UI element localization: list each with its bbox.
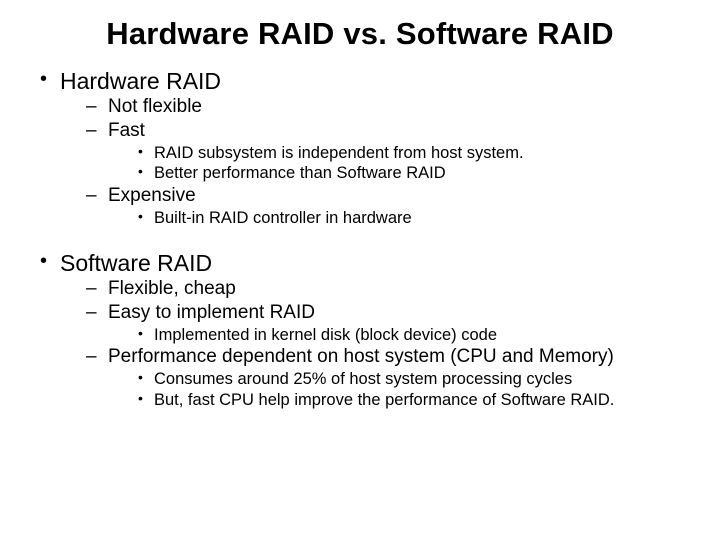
slide-title: Hardware RAID vs. Software RAID — [28, 16, 692, 52]
list-item: But, fast CPU help improve the performan… — [134, 390, 692, 411]
sub-list: RAID subsystem is independent from host … — [108, 143, 692, 184]
hardware-points: Not flexible Fast RAID subsystem is inde… — [60, 95, 692, 228]
point-text: Expensive — [108, 185, 196, 206]
sub-list: Implemented in kernel disk (block device… — [108, 325, 692, 346]
sub-text: Better performance than Software RAID — [154, 164, 446, 182]
top-list: Hardware RAID Not flexible Fast RAID sub… — [28, 68, 692, 410]
list-item: Flexible, cheap — [84, 277, 692, 301]
sub-list: Consumes around 25% of host system proce… — [108, 369, 692, 410]
list-item: Built-in RAID controller in hardware — [134, 208, 692, 229]
list-item: Implemented in kernel disk (block device… — [134, 325, 692, 346]
point-text: Easy to implement RAID — [108, 302, 315, 323]
point-text: Fast — [108, 120, 145, 141]
sub-text: RAID subsystem is independent from host … — [154, 144, 524, 162]
list-item: Not flexible — [84, 95, 692, 119]
point-text: Not flexible — [108, 96, 202, 117]
list-item: Consumes around 25% of host system proce… — [134, 369, 692, 390]
sub-text: Implemented in kernel disk (block device… — [154, 326, 497, 344]
list-item: RAID subsystem is independent from host … — [134, 143, 692, 164]
section-heading: Hardware RAID — [60, 68, 221, 94]
sub-text: Consumes around 25% of host system proce… — [154, 370, 572, 388]
list-item: Easy to implement RAID Implemented in ke… — [84, 301, 692, 345]
point-text: Performance dependent on host system (CP… — [108, 346, 614, 367]
sub-list: Built-in RAID controller in hardware — [108, 208, 692, 229]
list-item: Expensive Built-in RAID controller in ha… — [84, 184, 692, 228]
section-software-raid: Software RAID Flexible, cheap Easy to im… — [34, 250, 692, 410]
list-item: Better performance than Software RAID — [134, 163, 692, 184]
software-points: Flexible, cheap Easy to implement RAID I… — [60, 277, 692, 410]
point-text: Flexible, cheap — [108, 278, 236, 299]
sub-text: But, fast CPU help improve the performan… — [154, 391, 614, 409]
list-item: Performance dependent on host system (CP… — [84, 345, 692, 410]
list-item: Fast RAID subsystem is independent from … — [84, 119, 692, 184]
sub-text: Built-in RAID controller in hardware — [154, 209, 412, 227]
slide: Hardware RAID vs. Software RAID Hardware… — [0, 0, 720, 540]
section-heading: Software RAID — [60, 250, 212, 276]
section-hardware-raid: Hardware RAID Not flexible Fast RAID sub… — [34, 68, 692, 228]
